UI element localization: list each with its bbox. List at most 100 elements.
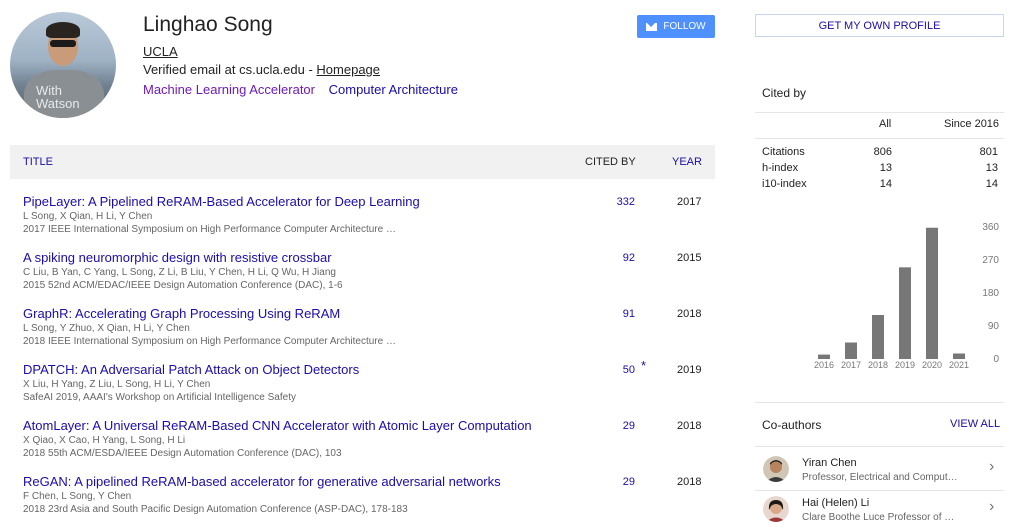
profile-photo: With Watson xyxy=(10,12,116,118)
stat-label: h-index xyxy=(762,162,799,174)
avatar-hair xyxy=(46,22,80,38)
divider xyxy=(755,138,1004,139)
articles-table-header: TITLE CITED BY YEAR xyxy=(10,145,715,179)
profile-name: Linghao Song xyxy=(143,13,273,36)
avatar-shirt-text: With Watson xyxy=(36,84,80,110)
article-row: DPATCH: An Adversarial Patch Attack on O… xyxy=(10,358,715,418)
article-year: 2017 xyxy=(677,196,702,208)
y-tick-label: 270 xyxy=(982,255,999,266)
article-year: 2018 xyxy=(677,420,702,432)
article-venue: 2018 IEEE International Symposium on Hig… xyxy=(23,336,396,347)
cited-by-count-link[interactable]: 29 xyxy=(615,476,635,488)
article-title-link[interactable]: DPATCH: An Adversarial Patch Attack on O… xyxy=(23,362,359,377)
article-title-link[interactable]: A spiking neuromorphic design with resis… xyxy=(23,250,332,265)
coauthor-name: Yiran Chen xyxy=(802,457,857,469)
x-tick-label: 2021 xyxy=(949,360,969,370)
mail-icon xyxy=(646,22,658,31)
coauthor-affiliation: Professor, Electrical and Comput… xyxy=(802,472,958,483)
article-authors: F Chen, L Song, Y Chen xyxy=(23,491,132,502)
stat-label: i10-index xyxy=(762,178,807,190)
article-authors: X Liu, H Yang, Z Liu, L Song, H Li, Y Ch… xyxy=(23,379,211,390)
x-tick-label: 2020 xyxy=(922,360,942,370)
article-venue: 2015 52nd ACM/EDAC/IEEE Design Automatio… xyxy=(23,280,343,291)
stats-col-all: All xyxy=(879,118,892,130)
stat-since-value: 14 xyxy=(985,178,998,190)
article-venue: 2017 IEEE International Symposium on Hig… xyxy=(23,224,396,235)
avatar-shirt-text-line-2: Watson xyxy=(36,96,80,111)
bar-2021[interactable] xyxy=(953,353,965,360)
citations-per-year-chart: 2016 2017 2018 2019 2020 2021 0 90 180 270 360 xyxy=(814,222,1000,370)
bar-2016[interactable] xyxy=(818,354,830,359)
interest-link-2[interactable]: Computer Architecture xyxy=(329,82,458,97)
article-row: AtomLayer: A Universal ReRAM-Based CNN A… xyxy=(10,418,715,474)
interest-link-1[interactable]: Machine Learning Accelerator xyxy=(143,82,315,97)
stat-label: Citations xyxy=(762,146,805,158)
cited-by-count-link[interactable]: 92 xyxy=(615,252,635,264)
homepage-link[interactable]: Homepage xyxy=(316,62,380,77)
article-year: 2018 xyxy=(677,308,702,320)
coauthor-affiliation: Clare Boothe Luce Professor of … xyxy=(802,512,955,523)
coauthor-name: Hai (Helen) Li xyxy=(802,497,870,509)
chevron-right-icon: › xyxy=(989,498,995,515)
sort-by-year[interactable]: YEAR xyxy=(672,156,702,168)
x-tick-label: 2018 xyxy=(868,360,888,370)
cited-by-count-link[interactable]: 332 xyxy=(615,196,635,208)
article-authors: L Song, X Qian, H Li, Y Chen xyxy=(23,211,153,222)
verified-email-text: Verified email at cs.ucla.edu - xyxy=(143,62,317,77)
y-tick-label: 180 xyxy=(982,288,999,299)
x-tick-label: 2016 xyxy=(814,360,834,370)
cited-by-heading: Cited by xyxy=(762,86,807,100)
stat-all-value: 806 xyxy=(873,146,892,158)
chevron-right-icon: › xyxy=(989,458,995,475)
divider xyxy=(755,402,1004,403)
article-year: 2015 xyxy=(677,252,702,264)
stat-since-value: 13 xyxy=(985,162,998,174)
stat-since-value: 801 xyxy=(979,146,998,158)
avatar-sunglasses xyxy=(50,40,76,47)
article-authors: C Liu, B Yan, C Yang, L Song, Z Li, B Li… xyxy=(23,267,336,278)
article-venue: 2018 55th ACM/ESDA/IEEE Design Automatio… xyxy=(23,448,342,459)
merged-citations-star[interactable]: * xyxy=(641,358,646,373)
coauthor-avatar xyxy=(763,496,789,522)
cited-by-count-link[interactable]: 29 xyxy=(615,420,635,432)
article-year: 2019 xyxy=(677,364,702,376)
sort-by-title[interactable]: TITLE xyxy=(23,156,53,168)
article-row: A spiking neuromorphic design with resis… xyxy=(10,250,715,306)
divider xyxy=(755,112,1004,113)
follow-button[interactable]: FOLLOW xyxy=(637,15,715,38)
article-row: GraphR: Accelerating Graph Processing Us… xyxy=(10,306,715,362)
divider xyxy=(755,446,1004,447)
article-title-link[interactable]: PipeLayer: A Pipelined ReRAM-Based Accel… xyxy=(23,194,420,209)
article-venue: 2018 23rd Asia and South Pacific Design … xyxy=(23,504,408,515)
y-tick-label: 90 xyxy=(988,321,1000,332)
article-venue: SafeAI 2019, AAAI's Workshop on Artifici… xyxy=(23,392,296,403)
stats-col-since: Since 2016 xyxy=(944,118,1000,130)
get-my-own-profile-button[interactable]: GET MY OWN PROFILE xyxy=(755,14,1004,37)
article-authors: L Song, Y Zhuo, X Qian, H Li, Y Chen xyxy=(23,323,190,334)
stat-all-value: 13 xyxy=(879,162,892,174)
bar-2020[interactable] xyxy=(926,227,938,359)
follow-label: FOLLOW xyxy=(663,21,706,32)
coauthor-item[interactable]: Yiran Chen Professor, Electrical and Com… xyxy=(755,456,1004,492)
research-interests: Machine Learning Accelerator Computer Ar… xyxy=(143,82,468,97)
bar-2019[interactable] xyxy=(899,267,911,359)
sort-by-cited[interactable]: CITED BY xyxy=(585,156,636,168)
article-year: 2018 xyxy=(677,476,702,488)
article-title-link[interactable]: ReGAN: A pipelined ReRAM-based accelerat… xyxy=(23,474,501,489)
bar-2017[interactable] xyxy=(845,342,857,360)
coauthors-heading: Co-authors xyxy=(762,418,822,432)
x-tick-label: 2019 xyxy=(895,360,915,370)
bar-2018[interactable] xyxy=(872,315,884,359)
cited-by-count-link[interactable]: 50 xyxy=(615,364,635,376)
cited-by-count-link[interactable]: 91 xyxy=(615,308,635,320)
verified-email: Verified email at cs.ucla.edu - Homepage xyxy=(143,62,380,77)
article-authors: X Qiao, X Cao, H Yang, L Song, H Li xyxy=(23,435,186,446)
article-row: ReGAN: A pipelined ReRAM-based accelerat… xyxy=(10,474,715,530)
article-title-link[interactable]: GraphR: Accelerating Graph Processing Us… xyxy=(23,306,340,321)
y-tick-label: 0 xyxy=(993,354,999,365)
divider xyxy=(755,490,1004,491)
article-title-link[interactable]: AtomLayer: A Universal ReRAM-Based CNN A… xyxy=(23,418,532,433)
view-all-coauthors-link[interactable]: VIEW ALL xyxy=(950,418,1000,430)
stat-all-value: 14 xyxy=(879,178,892,190)
affiliation-link[interactable]: UCLA xyxy=(143,44,178,59)
